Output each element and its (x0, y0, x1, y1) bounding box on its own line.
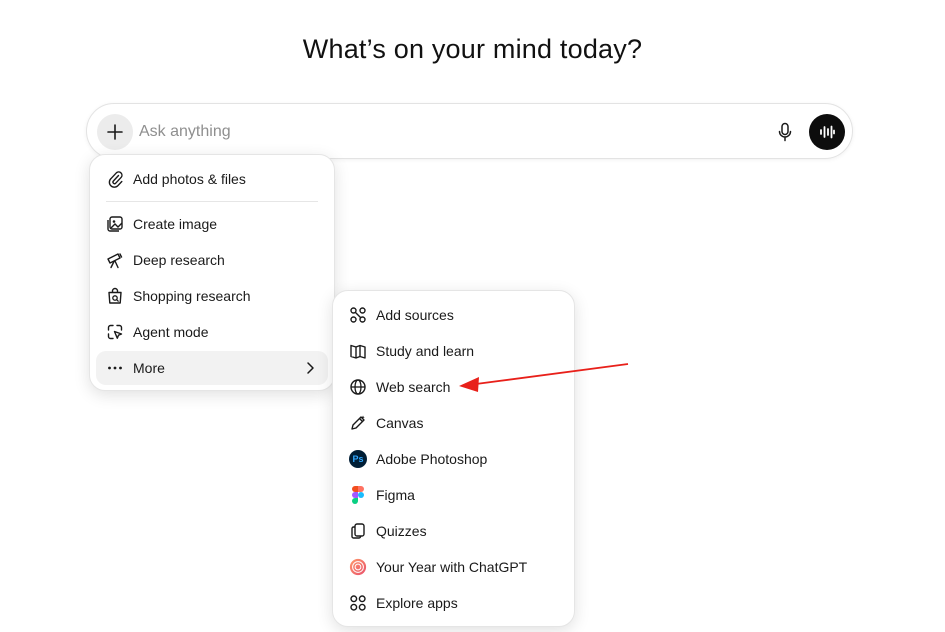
more-dots-icon (106, 359, 124, 377)
microphone-icon (778, 122, 792, 142)
menu-item-label: Deep research (133, 252, 225, 268)
attach-menu: Add photos & files Create image Deep res… (89, 154, 335, 391)
photoshop-icon: Ps (349, 450, 367, 468)
submenu-item-add-sources[interactable]: Add sources (339, 298, 568, 332)
submenu-item-label: Explore apps (376, 595, 458, 611)
menu-item-create-image[interactable]: Create image (96, 207, 328, 241)
pencil-icon (349, 414, 367, 432)
submenu-item-label: Add sources (376, 307, 454, 323)
voice-mode-button[interactable] (809, 114, 845, 150)
submenu-item-quizzes[interactable]: Quizzes (339, 514, 568, 548)
menu-item-label: Agent mode (133, 324, 209, 340)
submenu-item-canvas[interactable]: Canvas (339, 406, 568, 440)
page-title: What’s on your mind today? (302, 34, 643, 64)
submenu-item-figma[interactable]: Figma (339, 478, 568, 512)
menu-item-label: Add photos & files (133, 171, 246, 187)
submenu-item-explore-apps[interactable]: Explore apps (339, 586, 568, 620)
globe-icon (349, 378, 367, 396)
submenu-item-web-search[interactable]: Web search (339, 370, 568, 404)
submenu-item-label: Study and learn (376, 343, 475, 359)
submenu-item-label: Figma (376, 487, 415, 503)
menu-item-deep-research[interactable]: Deep research (96, 243, 328, 277)
book-open-icon (349, 342, 367, 360)
composer (86, 103, 853, 159)
submenu-item-study-and-learn[interactable]: Study and learn (339, 334, 568, 368)
submenu-item-label: Adobe Photoshop (376, 451, 488, 467)
dictate-button[interactable] (771, 118, 799, 146)
apps-grid-icon (349, 594, 367, 612)
menu-divider (106, 201, 318, 202)
figma-icon (349, 486, 367, 504)
menu-item-shopping-research[interactable]: Shopping research (96, 279, 328, 313)
submenu-item-label: Quizzes (376, 523, 427, 539)
submenu-item-your-year-with-chatgpt[interactable]: Your Year with ChatGPT (339, 550, 568, 584)
shopping-bag-icon (106, 287, 124, 305)
image-create-icon (106, 215, 124, 233)
prompt-input[interactable] (139, 120, 699, 144)
menu-item-agent-mode[interactable]: Agent mode (96, 315, 328, 349)
photoshop-badge: Ps (349, 450, 367, 468)
submenu-item-label: Canvas (376, 415, 424, 431)
menu-item-label: Create image (133, 216, 218, 232)
submenu-item-label: Your Year with ChatGPT (376, 559, 528, 575)
sources-icon (349, 306, 367, 324)
menu-item-add-photos-files[interactable]: Add photos & files (96, 162, 328, 196)
plus-icon (107, 124, 123, 140)
submenu-item-label: Web search (376, 379, 451, 395)
telescope-icon (106, 251, 124, 269)
more-submenu: Add sources Study and learn Web search C… (332, 290, 575, 627)
chevron-right-icon (302, 360, 318, 376)
menu-item-more[interactable]: More (96, 351, 328, 385)
menu-item-label: Shopping research (133, 288, 251, 304)
voice-waveform-icon (820, 125, 835, 139)
cards-icon (349, 522, 367, 540)
cursor-agent-icon (106, 323, 124, 341)
menu-item-label: More (133, 360, 165, 376)
paperclip-icon (106, 170, 124, 188)
submenu-item-adobe-photoshop[interactable]: Ps Adobe Photoshop (339, 442, 568, 476)
add-button[interactable] (97, 114, 133, 150)
year-recap-icon (349, 558, 367, 576)
